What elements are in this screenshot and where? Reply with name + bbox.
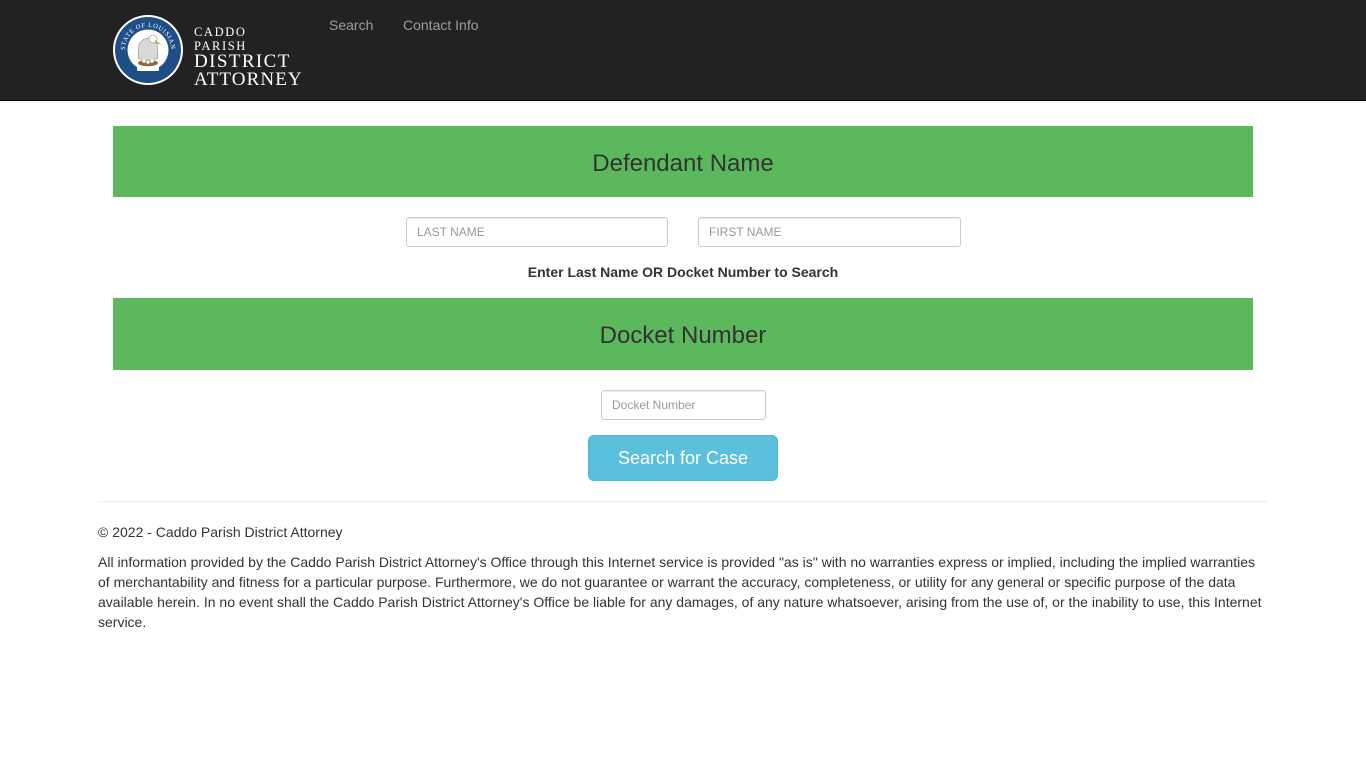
first-name-input[interactable] bbox=[698, 217, 961, 247]
last-name-input[interactable] bbox=[406, 217, 668, 247]
brand-line-caddo-parish: CADDO PARISH bbox=[194, 25, 247, 53]
docket-number-input[interactable] bbox=[601, 390, 766, 420]
brand-text: CADDO PARISH DISTRICT ATTORNEY bbox=[194, 25, 303, 89]
footer-divider bbox=[98, 501, 1268, 502]
search-for-case-button[interactable]: Search for Case bbox=[588, 435, 778, 481]
copyright-text: © 2022 - Caddo Parish District Attorney bbox=[98, 524, 343, 540]
nav-search-link[interactable]: Search bbox=[329, 17, 373, 33]
louisiana-seal-icon: STATE OF LOUISIANA bbox=[112, 14, 183, 85]
docket-number-heading: Docket Number bbox=[113, 298, 1253, 370]
defendant-name-heading: Defendant Name bbox=[113, 126, 1253, 197]
district-attorney-logo[interactable]: STATE OF LOUISIANA CADDO PARISH DISTRICT… bbox=[112, 14, 303, 89]
nav-contact-info-link[interactable]: Contact Info bbox=[403, 17, 479, 33]
navbar: STATE OF LOUISIANA CADDO PARISH DISTRICT… bbox=[0, 0, 1366, 101]
search-hint: Enter Last Name OR Docket Number to Sear… bbox=[527, 264, 839, 280]
disclaimer-text: All information provided by the Caddo Pa… bbox=[98, 554, 1262, 630]
brand-line-attorney: ATTORNEY bbox=[194, 69, 303, 90]
